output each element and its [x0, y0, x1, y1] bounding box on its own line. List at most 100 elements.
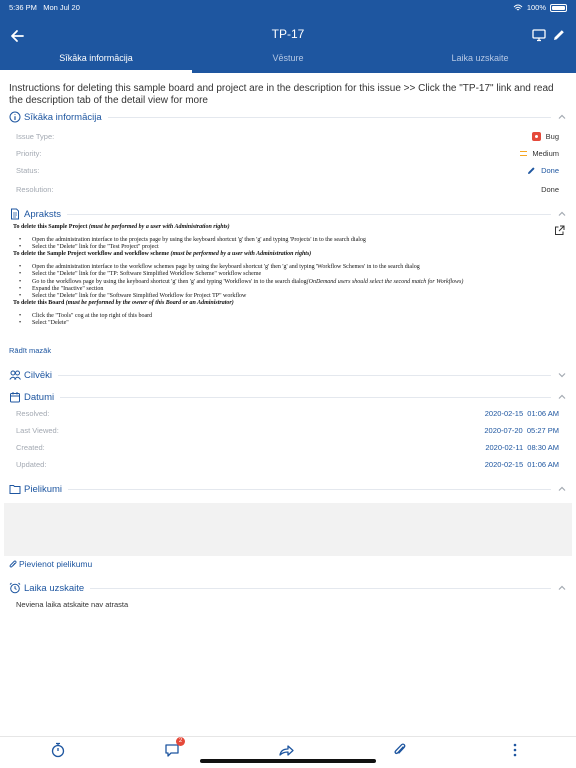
dates-section-header[interactable]: Datumi	[9, 390, 567, 404]
detail-value: Medium	[520, 149, 559, 158]
list-item: Select the "Delete" link for the "Softwa…	[13, 293, 553, 300]
list-item: Go to the workflows page by using the ke…	[13, 279, 553, 286]
tab-details[interactable]: Sīkāka informācija	[0, 46, 192, 73]
date-row-last-viewed: Last Viewed: 2020-07-20 05:27 PM	[16, 426, 559, 438]
comments-button[interactable]: 2	[163, 737, 185, 759]
page-title: TP-17	[271, 27, 305, 41]
date-value: 2020-07-20 05:27 PM	[484, 426, 559, 435]
tab-time-tracking[interactable]: Laika uzskaite	[384, 46, 576, 73]
detail-label: Resolution:	[16, 185, 54, 194]
people-section-header[interactable]: Cilvēki	[9, 368, 567, 382]
list-item: Select "Delete"	[13, 320, 553, 327]
description-list: Click the "Tools" cog at the top right o…	[13, 313, 553, 327]
list-item: Select the "Delete" link for the "TP: So…	[13, 271, 553, 278]
home-indicator	[200, 759, 376, 763]
battery-icon	[550, 3, 567, 12]
time-tracking-section-header[interactable]: Laika uzskaite	[9, 581, 567, 595]
description-section-header[interactable]: Apraksts	[9, 207, 567, 221]
chevron-up-icon[interactable]	[557, 209, 567, 219]
dates-heading: Datumi	[24, 391, 55, 403]
description-heading: Apraksts	[24, 208, 61, 220]
description-block-heading: To delete this Board (must be performed …	[13, 299, 234, 306]
attachments-area	[4, 503, 572, 556]
folder-icon	[9, 485, 21, 494]
detail-row-priority: Priority: Medium	[16, 149, 559, 161]
info-icon	[9, 111, 21, 123]
no-worklogs-text: Neviena laika atskaite nav atrasta	[16, 600, 129, 609]
attachments-section-header[interactable]: Pielikumi	[9, 482, 567, 496]
detail-label: Status:	[16, 166, 40, 175]
detail-row-status: Status: Done	[16, 166, 559, 178]
tab-bar: Sīkāka informācija Vēsture Laika uzskait…	[0, 46, 576, 73]
list-item: Click the "Tools" cog at the top right o…	[13, 313, 553, 320]
people-icon	[9, 370, 21, 380]
detail-value: Bug	[531, 132, 559, 141]
date-row-updated: Updated: 2020-02-15 01:06 AM	[16, 460, 559, 472]
status-right: 100%	[513, 3, 567, 12]
description-list: Open the administration interface to the…	[13, 237, 553, 251]
time-tracking-heading: Laika uzskaite	[24, 582, 85, 594]
date-label: Resolved:	[16, 409, 50, 418]
battery-percent: 100%	[526, 3, 546, 12]
monitor-icon[interactable]	[532, 28, 546, 42]
divider	[60, 396, 551, 398]
date-value: 2020-02-15 01:06 AM	[484, 460, 559, 469]
comments-badge: 2	[176, 737, 185, 746]
date-row-resolved: Resolved: 2020-02-15 01:06 AM	[16, 409, 559, 421]
status-bar: 5:36 PM Mon Jul 20 100%	[9, 3, 567, 13]
document-icon	[11, 208, 19, 220]
calendar-icon	[10, 392, 20, 403]
external-link-icon[interactable]	[554, 225, 565, 236]
date-label: Created:	[16, 443, 45, 452]
description-block-heading: To delete this Sample Project (must be p…	[13, 224, 230, 230]
pencil-icon	[528, 167, 535, 174]
issue-summary: Instructions for deleting this sample bo…	[9, 83, 554, 106]
wifi-icon	[513, 4, 523, 10]
detail-label: Priority:	[16, 149, 42, 158]
add-attachment-link[interactable]: Pievienot pielikumu	[9, 559, 92, 569]
bug-icon	[531, 132, 541, 141]
chevron-up-icon[interactable]	[557, 392, 567, 402]
pencil-icon[interactable]	[552, 28, 566, 42]
divider	[90, 587, 551, 589]
alarm-clock-icon	[9, 582, 21, 594]
detail-row-resolution: Resolution: Done	[16, 185, 559, 197]
header-actions	[532, 28, 566, 42]
details-section-header[interactable]: Sīkāka informācija	[9, 110, 567, 124]
description-body: To delete this Sample Project (must be p…	[13, 224, 553, 327]
status-time: 5:36 PM Mon Jul 20	[9, 3, 80, 12]
detail-row-issue-type: Issue Type: Bug	[16, 132, 559, 144]
chevron-up-icon[interactable]	[557, 484, 567, 494]
date-label: Updated:	[16, 460, 47, 469]
chevron-up-icon[interactable]	[557, 583, 567, 593]
description-list: Open the administration interface to the…	[13, 264, 553, 300]
date-value: 2020-02-11 08:30 AM	[485, 443, 559, 452]
list-item: Select the "Delete" link for the "Test P…	[13, 244, 553, 251]
date-label: Last Viewed:	[16, 426, 59, 435]
tab-history[interactable]: Vēsture	[192, 46, 384, 73]
chevron-up-icon[interactable]	[557, 112, 567, 122]
bottom-toolbar: 2	[0, 736, 576, 768]
date-value: 2020-02-15 01:06 AM	[484, 409, 559, 418]
paperclip-icon	[9, 560, 17, 567]
divider	[68, 488, 551, 490]
date-row-created: Created: 2020-02-11 08:30 AM	[16, 443, 559, 455]
timer-icon[interactable]	[49, 741, 67, 759]
list-item: Expand the "Inactive" section	[13, 286, 553, 293]
detail-label: Issue Type:	[16, 132, 55, 141]
share-icon[interactable]	[277, 741, 295, 759]
chevron-down-icon[interactable]	[557, 370, 567, 380]
status-value[interactable]: Done	[527, 166, 559, 175]
priority-medium-icon	[520, 151, 528, 156]
details-heading: Sīkāka informācija	[24, 111, 102, 123]
attachments-heading: Pielikumi	[24, 483, 63, 495]
description-block-heading: To delete the Sample Project workflow an…	[13, 251, 312, 258]
show-less-link[interactable]: Rādīt mazāk	[9, 346, 51, 355]
divider	[66, 213, 551, 215]
app-header: 5:36 PM Mon Jul 20 100% TP-17 Sīkāka inf…	[0, 0, 576, 73]
divider	[57, 374, 551, 376]
paperclip-icon[interactable]	[391, 741, 409, 759]
more-icon[interactable]	[506, 741, 524, 759]
people-heading: Cilvēki	[24, 369, 52, 381]
divider	[107, 116, 551, 118]
